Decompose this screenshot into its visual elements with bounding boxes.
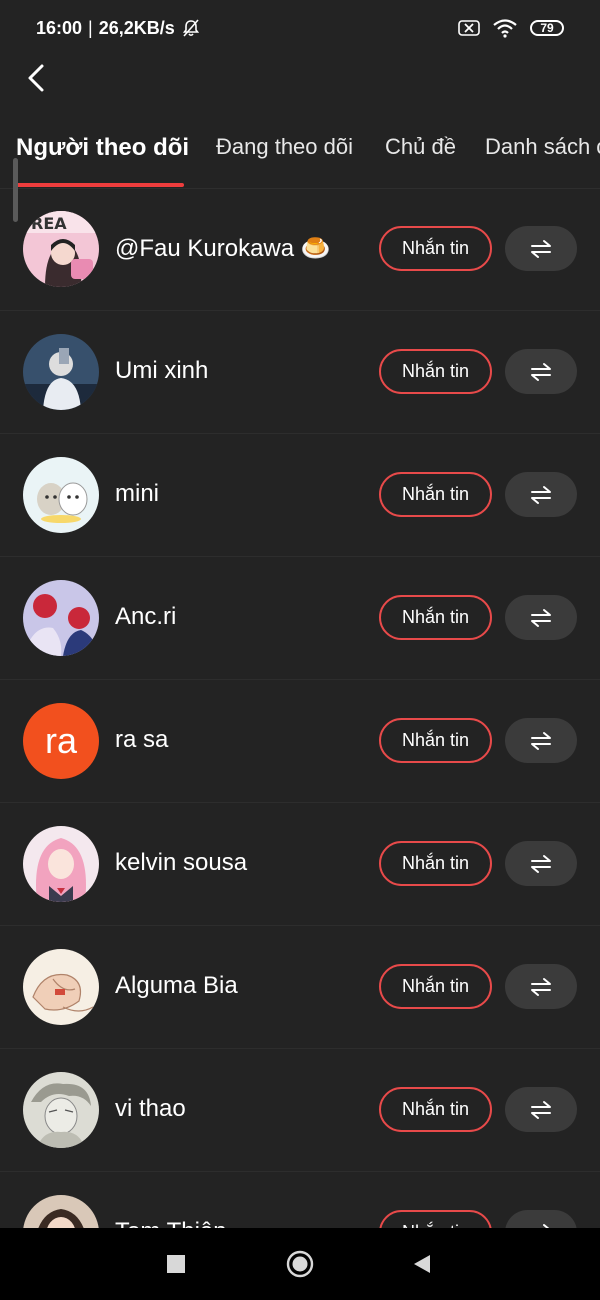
user-name[interactable]: Umi xinh xyxy=(115,357,208,385)
avatar[interactable] xyxy=(23,949,99,1025)
system-nav-bar xyxy=(0,1228,600,1300)
avatar[interactable] xyxy=(23,580,99,656)
swap-arrows-icon xyxy=(531,731,551,750)
tab-topics[interactable]: Chủ đề xyxy=(385,134,456,160)
avatar[interactable] xyxy=(23,1072,99,1148)
home-button[interactable] xyxy=(280,1244,320,1284)
user-name[interactable]: vi thao xyxy=(115,1095,186,1123)
list-item[interactable]: ra ra sa Nhắn tin xyxy=(0,680,600,803)
square-icon xyxy=(167,1255,185,1273)
user-name[interactable]: Anc.ri xyxy=(115,603,176,631)
user-name[interactable]: kelvin sousa xyxy=(115,849,247,877)
user-name[interactable]: Tom Thiện xyxy=(115,1218,227,1228)
swap-arrows-icon xyxy=(531,854,551,873)
avatar[interactable] xyxy=(23,1195,99,1228)
list-item[interactable]: REA @Fau Kurokawa 🍮 Nhắn tin xyxy=(0,188,600,311)
status-time: 16:00 xyxy=(36,17,83,38)
list-item[interactable]: Umi xinh Nhắn tin xyxy=(0,311,600,434)
swap-button[interactable] xyxy=(505,964,577,1009)
message-button[interactable]: Nhắn tin xyxy=(379,472,492,517)
status-bar: 16:00 | 26,2KB/s 79 xyxy=(0,0,600,56)
swap-arrows-icon xyxy=(531,608,551,627)
avatar[interactable]: ra xyxy=(23,703,99,779)
avatar-initials: ra xyxy=(44,720,77,761)
system-back-button[interactable] xyxy=(406,1246,438,1282)
message-button[interactable]: Nhắn tin xyxy=(379,349,492,394)
avatar[interactable] xyxy=(23,826,99,902)
list-item[interactable]: Tom Thiện Nhắn tin xyxy=(0,1172,600,1228)
user-name[interactable]: Alguma Bia xyxy=(115,972,238,1000)
follower-list: REA @Fau Kurokawa 🍮 Nhắn tin Umi xinh Nh… xyxy=(0,188,600,1228)
status-left: 16:00 | 26,2KB/s xyxy=(36,18,201,39)
user-name[interactable]: ra sa xyxy=(115,726,168,754)
swap-button[interactable] xyxy=(505,349,577,394)
avatar[interactable] xyxy=(23,334,99,410)
avatar[interactable]: REA xyxy=(23,211,99,287)
swap-arrows-icon xyxy=(531,485,551,504)
triangle-back-icon xyxy=(414,1255,430,1273)
list-item[interactable]: Anc.ri Nhắn tin xyxy=(0,557,600,680)
message-button[interactable]: Nhắn tin xyxy=(379,1087,492,1132)
list-item[interactable]: mini Nhắn tin xyxy=(0,434,600,557)
tab-bar: Người theo dõi Đang theo dõi Chủ đề Danh… xyxy=(0,120,600,189)
recent-apps-button[interactable] xyxy=(160,1246,192,1282)
message-button[interactable]: Nhắn tin xyxy=(379,226,492,271)
swap-button[interactable] xyxy=(505,226,577,271)
message-button[interactable]: Nhắn tin xyxy=(379,964,492,1009)
list-item[interactable]: vi thao Nhắn tin xyxy=(0,1049,600,1172)
message-button[interactable]: Nhắn tin xyxy=(379,718,492,763)
swap-arrows-icon xyxy=(531,977,551,996)
swap-button[interactable] xyxy=(505,1087,577,1132)
tab-followers[interactable]: Người theo dõi xyxy=(16,134,189,162)
svg-text:REA: REA xyxy=(31,214,67,233)
tab-lists[interactable]: Danh sách c xyxy=(485,134,600,160)
chevron-left-icon xyxy=(28,64,44,92)
sim-off-icon xyxy=(458,20,480,36)
tab-following[interactable]: Đang theo dõi xyxy=(216,134,353,160)
active-tab-indicator xyxy=(16,183,184,187)
swap-arrows-icon xyxy=(531,239,551,258)
user-name[interactable]: mini xyxy=(115,480,159,508)
swap-arrows-icon xyxy=(531,1100,551,1119)
circle-home-icon xyxy=(286,1250,314,1278)
status-separator: | xyxy=(88,17,93,38)
battery-indicator: 79 xyxy=(530,20,564,36)
swap-button[interactable] xyxy=(505,472,577,517)
wifi-icon xyxy=(493,19,517,38)
back-button[interactable] xyxy=(18,58,54,98)
message-button[interactable]: Nhắn tin xyxy=(379,595,492,640)
swap-button[interactable] xyxy=(505,595,577,640)
user-name[interactable]: @Fau Kurokawa 🍮 xyxy=(115,234,331,263)
swap-button[interactable] xyxy=(505,1210,577,1228)
swap-button[interactable] xyxy=(505,841,577,886)
list-item[interactable]: Alguma Bia Nhắn tin xyxy=(0,926,600,1049)
swap-button[interactable] xyxy=(505,718,577,763)
battery-level: 79 xyxy=(540,21,554,35)
avatar[interactable] xyxy=(23,457,99,533)
list-item[interactable]: kelvin sousa Nhắn tin xyxy=(0,803,600,926)
message-button[interactable]: Nhắn tin xyxy=(379,1210,492,1228)
swap-arrows-icon xyxy=(531,362,551,381)
status-speed: 26,2KB/s xyxy=(98,17,175,38)
status-right: 79 xyxy=(458,18,564,38)
message-button[interactable]: Nhắn tin xyxy=(379,841,492,886)
bell-muted-icon xyxy=(182,19,199,37)
